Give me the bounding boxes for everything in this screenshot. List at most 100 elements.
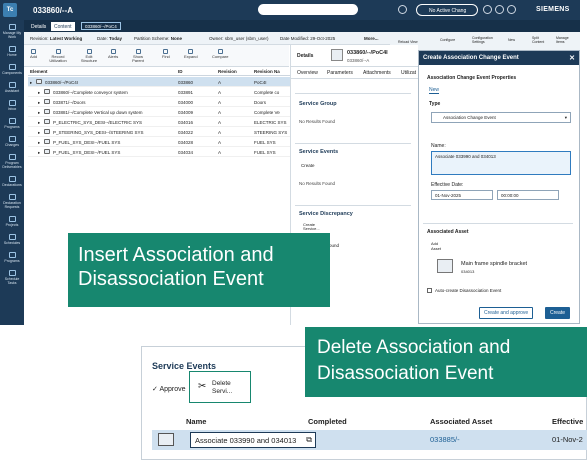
sidebar-item-deliverables[interactable]: Program Deliverables xyxy=(0,154,24,169)
expand-chevron-icon[interactable]: ▸ xyxy=(38,130,40,136)
service-group-heading[interactable]: Service Group xyxy=(299,101,337,107)
table-row[interactable]: ▸ P_FUEL_SYS_DESI--/FUEL SYS 034028 A FUEL S… xyxy=(28,137,290,147)
expand-chevron-icon[interactable]: ▸ xyxy=(30,80,32,86)
sidebar-item-manage-my-work[interactable]: Manage My Work xyxy=(0,24,24,39)
type-section-heading[interactable]: Type xyxy=(429,101,440,107)
alerts-button[interactable]: Alerts xyxy=(108,49,118,59)
expand-chevron-icon[interactable]: ▸ xyxy=(38,100,40,106)
reload-view-button[interactable]: Reload View xyxy=(398,40,418,44)
user-icon[interactable] xyxy=(398,5,407,14)
split-content-button[interactable]: Split Content xyxy=(532,36,548,44)
column-revision[interactable]: Revision xyxy=(218,69,237,74)
tab-utilization[interactable]: Utilizat xyxy=(401,70,416,76)
close-icon[interactable]: ✕ xyxy=(569,54,575,62)
revision-rule[interactable]: Revision: Latest Working xyxy=(30,36,82,41)
expand-button[interactable]: Expand xyxy=(184,49,198,59)
table-row[interactable]: ▸ 033860/--/Complete conveyor system 03389… xyxy=(28,87,290,97)
create-button[interactable]: Create xyxy=(545,307,571,319)
create-service-button[interactable]: Create Service... xyxy=(303,223,323,231)
auto-create-checkbox[interactable] xyxy=(427,288,432,293)
associated-asset-link[interactable]: 033885/- xyxy=(430,435,460,444)
tab-new[interactable]: New xyxy=(429,87,440,94)
sidebar-item-schedules[interactable]: Schedules xyxy=(0,234,24,245)
global-search-input[interactable] xyxy=(258,4,358,15)
tab-parameters[interactable]: Parameters xyxy=(327,70,353,76)
effective-date-field[interactable]: 01-Nov-2025 xyxy=(431,190,493,200)
expand-chevron-icon[interactable]: ▸ xyxy=(38,110,40,116)
column-effective[interactable]: Effective xyxy=(552,417,583,426)
effective-time-field[interactable]: 00:00:00 xyxy=(497,190,559,200)
column-id[interactable]: ID xyxy=(178,69,183,74)
partition-scheme[interactable]: Partition Scheme: None xyxy=(134,36,182,41)
app-logo-icon[interactable]: Tc xyxy=(3,3,17,17)
sidebar-item-programs[interactable]: Programs xyxy=(0,118,24,129)
tab-content[interactable]: Content xyxy=(51,22,75,31)
table-row[interactable]: ▸ 033871/--/Doors 034000 A Doors xyxy=(28,97,290,107)
sidebar-item-changes[interactable]: Changes xyxy=(0,136,24,147)
service-discrepancy-heading[interactable]: Service Discrepancy xyxy=(299,211,353,217)
record-utilization-button[interactable]: Record Utilization xyxy=(48,49,68,63)
column-completed[interactable]: Completed xyxy=(308,417,347,426)
expand-chevron-icon[interactable]: ▸ xyxy=(38,90,40,96)
column-associated-asset[interactable]: Associated Asset xyxy=(430,417,492,426)
table-row[interactable]: ▸ 033860/--/PoC4I 033860 A PoC4I xyxy=(28,77,290,87)
tab-attachments[interactable]: Attachments xyxy=(363,70,391,76)
zoom-service-events-heading[interactable]: Service Events xyxy=(152,361,216,371)
manage-items-button[interactable]: Manage Items xyxy=(556,36,572,44)
properties-section-heading[interactable]: Association Change Event Properties xyxy=(427,75,516,81)
change-context-button[interactable]: No Active Chang xyxy=(416,4,478,16)
sidebar-item-declarations[interactable]: Declarations xyxy=(0,176,24,187)
type-select[interactable]: Association Change Event ▾ xyxy=(431,112,571,123)
breadcrumb[interactable]: 033860/--/PoC4 xyxy=(81,22,121,30)
details-dropdown[interactable]: Details xyxy=(297,53,313,59)
sidebar-item-home[interactable]: Home xyxy=(0,46,24,57)
show-parent-button[interactable]: Show Parent xyxy=(130,49,146,63)
tab-overview[interactable]: Overview xyxy=(297,70,318,76)
cell-element: P_FUEL_SYS_DESI--/FUEL SYS xyxy=(53,149,121,155)
approve-button[interactable]: ✓ Approve xyxy=(152,385,186,393)
sidebar-item-declaration-requests[interactable]: Declaration Requests xyxy=(0,194,24,209)
column-name[interactable]: Name xyxy=(186,417,206,426)
profile-icon[interactable] xyxy=(507,5,516,14)
compare-button[interactable]: Compare xyxy=(212,49,228,59)
table-row[interactable]: ▸ P_ELECTRIC_SYS_DESI--/ELECTRIC SYS 03401… xyxy=(28,117,290,127)
service-events-heading[interactable]: Service Events xyxy=(299,149,338,155)
expand-chevron-icon[interactable]: ▸ xyxy=(38,120,40,126)
sidebar-item-schedule-tasks[interactable]: Schedule Tasks xyxy=(0,270,24,285)
expand-chevron-icon[interactable]: ▸ xyxy=(38,140,40,146)
configure-button[interactable]: Configure xyxy=(440,38,455,42)
new-button[interactable]: New xyxy=(508,38,515,42)
help-icon[interactable] xyxy=(495,5,504,14)
table-row[interactable]: Associate 033990 and 034013 ⧉ 033885/- 0… xyxy=(152,430,587,450)
find-button[interactable]: Find xyxy=(162,49,170,59)
configuration-settings-button[interactable]: Configuration Settings xyxy=(472,36,494,44)
delete-service-button[interactable]: ✂ Delete Servi... xyxy=(189,371,251,403)
add-button[interactable]: Add xyxy=(30,49,37,59)
table-row[interactable]: ▸ 033881/--/Complete Vertical up down sys… xyxy=(28,107,290,117)
create-menu-button[interactable]: Create xyxy=(301,163,315,168)
part-icon xyxy=(44,109,50,114)
edit-structure-button[interactable]: Edit Structure xyxy=(80,49,98,63)
associated-asset-heading[interactable]: Associated Asset xyxy=(427,229,469,235)
create-and-approve-button[interactable]: Create and approve xyxy=(479,307,534,319)
expand-chevron-icon[interactable]: ▸ xyxy=(38,150,40,156)
sidebar-item-programs-2[interactable]: Programs xyxy=(0,252,24,263)
column-element[interactable]: Element xyxy=(30,69,48,74)
table-row[interactable]: ▸ P_STEERING_SYS_DESI--/STEERING SYS 03402… xyxy=(28,127,290,137)
sidebar-item-inbox[interactable]: Inbox xyxy=(0,100,24,111)
cell-element: 033881/--/Complete Vertical up down syst… xyxy=(53,109,143,115)
sidebar-item-projects[interactable]: Projects xyxy=(0,216,24,227)
asset-name[interactable]: Main frame spindle bracket xyxy=(461,261,527,267)
date-config[interactable]: Date: Today xyxy=(97,36,122,41)
sidebar-item-assistant[interactable]: Assistant xyxy=(0,82,24,93)
tab-details[interactable]: Details xyxy=(28,22,49,31)
event-name-cell[interactable]: Associate 033990 and 034013 ⧉ xyxy=(190,432,316,448)
open-external-icon[interactable]: ⧉ xyxy=(306,435,312,445)
table-row[interactable]: ▸ P_FUEL_SYS_DESI--/FUEL SYS 034034 A FUEL S… xyxy=(28,147,290,157)
name-field[interactable]: Associate 033990 and 034013 xyxy=(431,151,571,175)
more-link[interactable]: More... xyxy=(364,36,379,41)
sidebar-item-components[interactable]: Components xyxy=(0,64,24,75)
column-revision-name[interactable]: Revision Na xyxy=(254,69,280,74)
notification-icon[interactable] xyxy=(483,5,492,14)
sidebar-item-label: Declaration Requests xyxy=(3,201,21,209)
